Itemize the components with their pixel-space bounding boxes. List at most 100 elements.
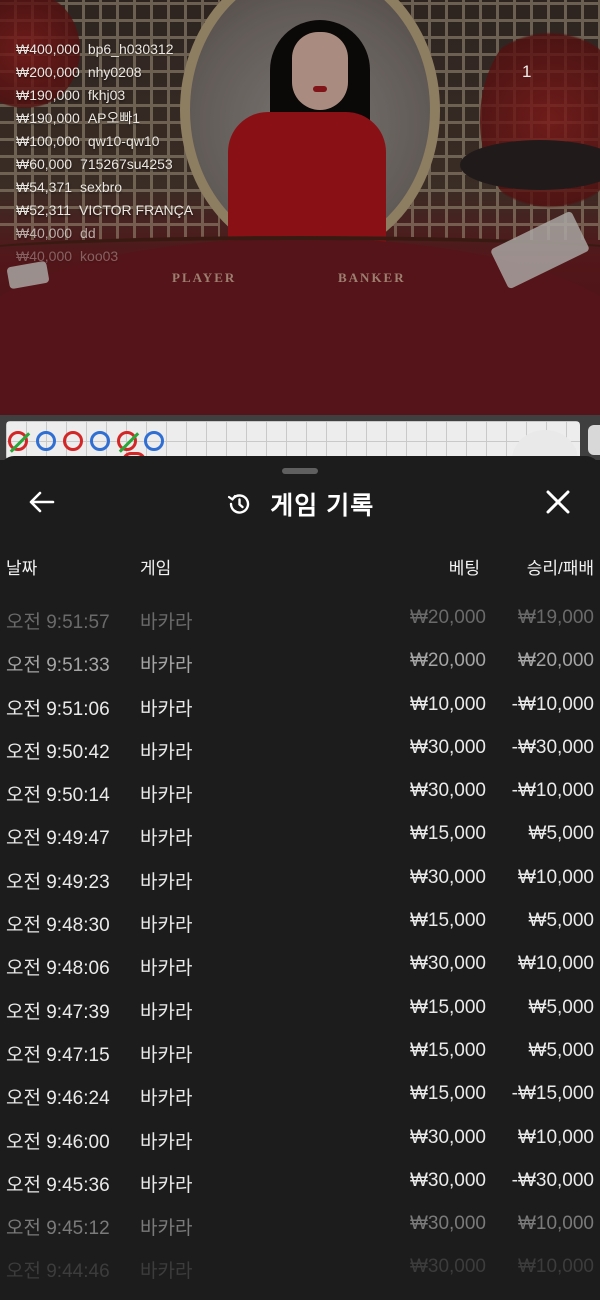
history-row[interactable]: 오전 9:47:39 바카라 ₩15,000 ₩5,000: [0, 989, 600, 1032]
live-video-feed[interactable]: PLAYER BANKER ₩400,000 bp6_h030312 ₩200,0…: [0, 0, 600, 415]
row-bet: ₩30,000: [409, 953, 486, 975]
winner-entry: ₩190,000 AP오빠1: [16, 107, 193, 130]
row-bet: ₩15,000: [409, 910, 486, 932]
winner-entry: ₩52,311 VICTOR FRANÇA: [16, 199, 193, 222]
winner-name: koo03: [80, 248, 119, 264]
row-game: 바카라: [140, 785, 193, 807]
winner-entry: ₩40,000 koo03: [16, 245, 193, 268]
winner-entry: ₩54,371 sexbro: [16, 176, 193, 199]
history-row[interactable]: 오전 9:48:06 바카라 ₩30,000 ₩10,000: [0, 945, 600, 988]
row-game: 바카라: [140, 828, 193, 850]
row-bet: ₩15,000: [409, 996, 486, 1018]
tie-line: [9, 432, 31, 453]
row-bet: ₩30,000: [409, 1256, 486, 1278]
row-game: 바카라: [140, 1131, 193, 1153]
winner-name: sexbro: [80, 179, 123, 195]
history-list[interactable]: 오전 9:51:57 바카라 ₩20,000 ₩19,000 오전 9:51:33 바카…: [0, 599, 600, 1292]
history-row[interactable]: 오전 9:50:14 바카라 ₩30,000 -₩10,000: [0, 772, 600, 815]
winner-amount: ₩190,000: [16, 110, 80, 126]
table-header: 날짜 게임 베팅 승리/패배: [0, 554, 600, 578]
row-bet: ₩15,000: [409, 1083, 486, 1105]
row-game: 바카라: [140, 1088, 193, 1110]
roadmap-strip: [0, 415, 600, 461]
row-bet: ₩30,000: [409, 866, 486, 888]
row-result: ₩5,000: [528, 823, 594, 845]
row-time: 오전 9:47:39: [6, 1001, 110, 1023]
row-bet: ₩30,000: [409, 1126, 486, 1148]
row-time: 오전 9:46:00: [6, 1131, 110, 1153]
row-result: ₩10,000: [517, 866, 594, 888]
winner-amount: ₩60,000: [16, 156, 73, 172]
row-time: 오전 9:46:24: [6, 1088, 110, 1110]
row-bet: ₩15,000: [409, 1039, 486, 1061]
row-game: 바카라: [140, 1001, 193, 1023]
row-result: ₩5,000: [528, 996, 594, 1018]
bead-player: [144, 431, 164, 451]
close-button[interactable]: [538, 482, 578, 522]
winner-amount: ₩54,371: [16, 179, 73, 195]
tie-line: [118, 432, 140, 453]
history-row[interactable]: 오전 9:51:33 바카라 ₩20,000 ₩20,000: [0, 642, 600, 685]
history-row[interactable]: 오전 9:49:47 바카라 ₩15,000 ₩5,000: [0, 815, 600, 858]
row-bet: ₩20,000: [409, 607, 486, 628]
row-game: 바카라: [140, 741, 193, 763]
row-bet: ₩15,000: [409, 823, 486, 845]
bead-road-grid[interactable]: [6, 421, 580, 461]
panel-title: 게임 기록: [270, 492, 375, 520]
row-bet: ₩30,000: [409, 1169, 486, 1191]
row-result: -₩30,000: [511, 1169, 594, 1191]
row-game: 바카라: [140, 871, 193, 893]
row-game: 바카라: [140, 1218, 193, 1240]
row-bet: ₩30,000: [409, 736, 486, 758]
winner-name: VICTOR FRANÇA: [79, 202, 194, 218]
row-bet: ₩30,000: [409, 1213, 486, 1235]
winner-entry: ₩400,000 bp6_h030312: [16, 38, 193, 61]
row-game: 바카라: [140, 958, 193, 980]
row-time: 오전 9:51:57: [6, 612, 110, 633]
row-game: 바카라: [140, 1044, 193, 1066]
history-row[interactable]: 오전 9:50:42 바카라 ₩30,000 -₩30,000: [0, 729, 600, 772]
winner-amount: ₩40,000: [16, 225, 73, 241]
history-row[interactable]: 오전 9:51:06 바카라 ₩10,000 -₩10,000: [0, 686, 600, 729]
winner-amount: ₩200,000: [16, 64, 80, 80]
row-time: 오전 9:51:06: [6, 698, 110, 720]
winner-entry: ₩100,000 qw10-qw10: [16, 130, 193, 153]
winner-entry: ₩40,000 dd: [16, 222, 193, 245]
row-result: -₩10,000: [511, 693, 594, 715]
history-row[interactable]: 오전 9:49:23 바카라 ₩30,000 ₩10,000: [0, 859, 600, 902]
row-game: 바카라: [140, 698, 193, 720]
history-row[interactable]: 오전 9:46:24 바카라 ₩15,000 -₩15,000: [0, 1075, 600, 1118]
row-time: 오전 9:50:14: [6, 785, 110, 807]
row-result: ₩19,000: [517, 607, 594, 628]
history-clock-icon: [227, 494, 249, 514]
row-time: 오전 9:50:42: [6, 741, 110, 763]
row-bet: ₩20,000: [409, 650, 486, 672]
winner-entry: ₩60,000 715267su4253: [16, 153, 193, 176]
history-row[interactable]: 오전 9:45:12 바카라 ₩30,000 ₩10,000: [0, 1205, 600, 1248]
row-result: ₩10,000: [517, 1126, 594, 1148]
history-row[interactable]: 오전 9:45:36 바카라 ₩30,000 -₩30,000: [0, 1162, 600, 1205]
side-tab: [588, 425, 600, 455]
close-icon: [546, 490, 570, 514]
history-row[interactable]: 오전 9:44:46 바카라 ₩30,000 ₩10,000: [0, 1248, 600, 1291]
bead-banker-tie: [117, 431, 140, 453]
row-time: 오전 9:48:06: [6, 958, 110, 980]
winner-name: AP오빠1: [87, 110, 141, 126]
game-history-panel: 게임 기록 날짜 게임 베팅 승리/패배 오전 9:51:57 바카라 ₩20,00…: [0, 456, 600, 1300]
row-time: 오전 9:49:23: [6, 871, 110, 893]
winner-entry: ₩200,000 nhy0208: [16, 61, 193, 84]
row-time: 오전 9:45:12: [6, 1218, 110, 1240]
history-row[interactable]: 오전 9:48:30 바카라 ₩15,000 ₩5,000: [0, 902, 600, 945]
row-game: 바카라: [140, 1261, 193, 1283]
history-row[interactable]: 오전 9:47:15 바카라 ₩15,000 ₩5,000: [0, 1032, 600, 1075]
history-row[interactable]: 오전 9:51:57 바카라 ₩20,000 ₩19,000: [0, 599, 600, 642]
row-time: 오전 9:48:30: [6, 915, 110, 937]
drag-handle[interactable]: [282, 468, 318, 474]
column-header-bet: 베팅: [448, 559, 480, 578]
history-row[interactable]: 오전 9:46:00 바카라 ₩30,000 ₩10,000: [0, 1119, 600, 1162]
row-game: 바카라: [140, 612, 193, 633]
row-bet: ₩30,000: [409, 780, 486, 802]
row-time: 오전 9:44:46: [6, 1261, 110, 1283]
winner-amount: ₩40,000: [16, 248, 73, 264]
row-result: ₩10,000: [517, 953, 594, 975]
